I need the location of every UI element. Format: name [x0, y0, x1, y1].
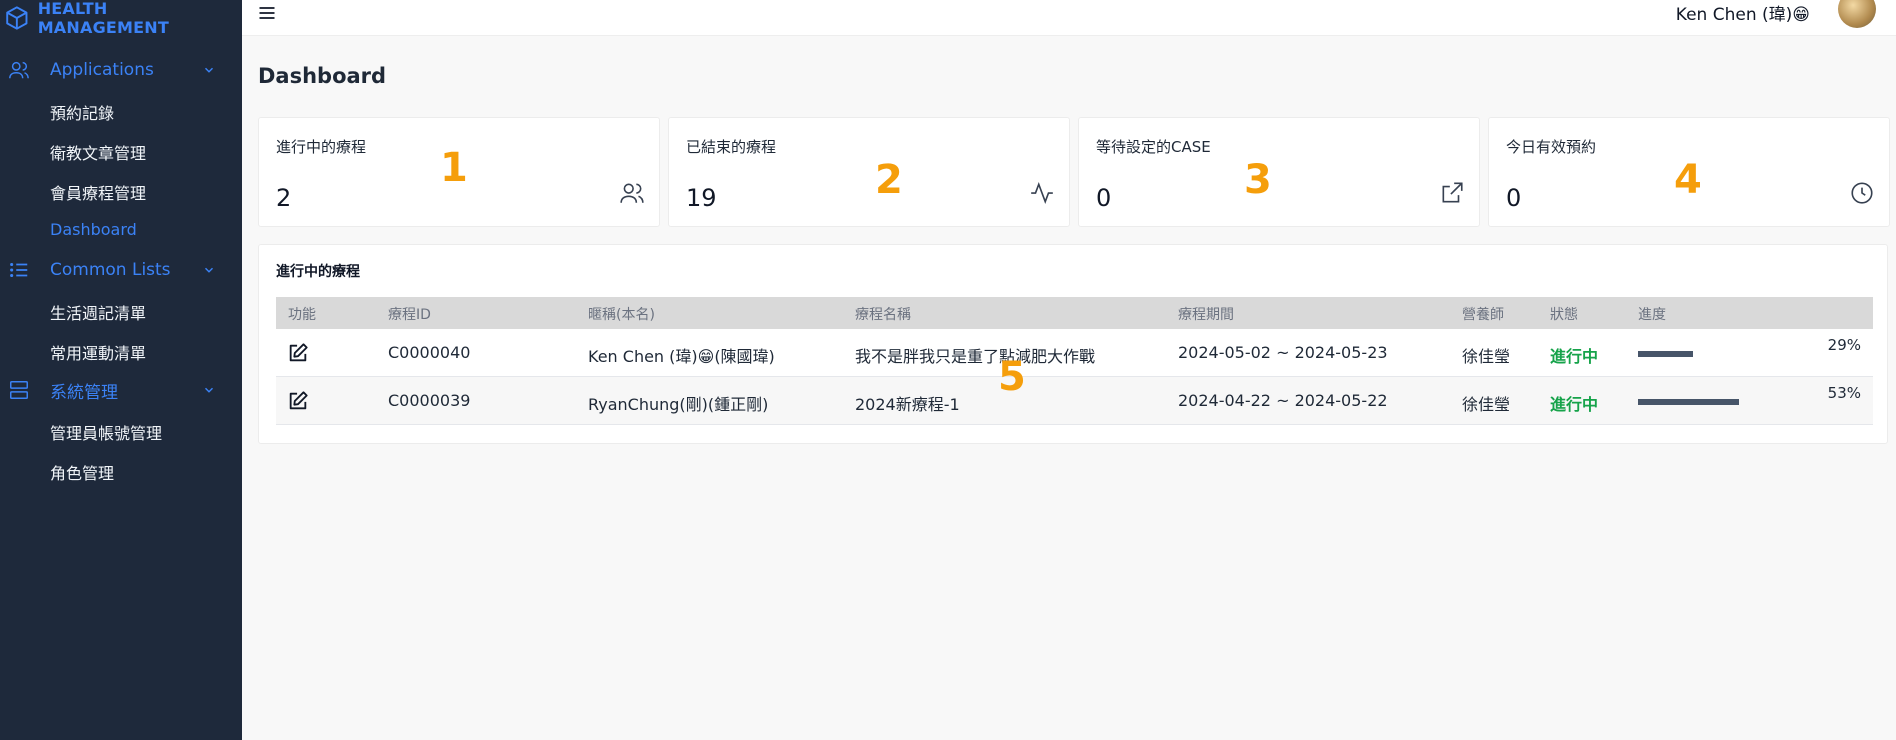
- sidebar-section-system[interactable]: 系統管理: [0, 370, 242, 410]
- sidebar-section-applications[interactable]: Applications: [0, 50, 242, 90]
- sidebar-item-roles[interactable]: 角色管理: [50, 460, 114, 484]
- progress-fill: [1638, 399, 1739, 405]
- status-badge: 進行中: [1550, 347, 1599, 366]
- column-header[interactable]: 營養師: [1462, 304, 1504, 324]
- stat-card-label: 今日有效預約: [1506, 138, 1597, 156]
- cube-logo-icon: [6, 6, 28, 30]
- sidebar-section-label: Applications: [50, 60, 154, 80]
- cell-dietitian: 徐佳瑩: [1462, 347, 1511, 366]
- chevron-down-icon: [204, 267, 214, 273]
- external-link-icon: [1442, 182, 1463, 203]
- brand[interactable]: HEALTH MANAGEMENT: [0, 0, 242, 37]
- progress-percent: 29%: [1827, 336, 1861, 354]
- brand-name: HEALTH MANAGEMENT: [37, 0, 169, 37]
- progress-fill: [1638, 351, 1694, 357]
- sidebar-item-admin-accounts[interactable]: 管理員帳號管理: [50, 420, 162, 444]
- stat-card-value: 2: [276, 184, 292, 212]
- progress-bar: [1638, 351, 1828, 357]
- sidebar-section-label: Common Lists: [50, 260, 171, 280]
- stat-card-value: 0: [1096, 184, 1112, 212]
- column-header[interactable]: 療程名稱: [855, 304, 911, 324]
- cell-program-id: C0000040: [388, 343, 471, 362]
- stat-card-value: 0: [1506, 184, 1522, 212]
- cell-dietitian: 徐佳瑩: [1462, 395, 1511, 414]
- column-header[interactable]: 進度: [1638, 304, 1666, 324]
- server-icon: [10, 381, 28, 399]
- panel-title: 進行中的療程: [276, 264, 360, 280]
- active-programs-panel: 進行中的療程 功能 療程ID 暱稱(本名) 療程名稱 療程期間 營養師 狀態 進…: [258, 244, 1888, 444]
- column-header[interactable]: 療程期間: [1178, 304, 1234, 324]
- page-title: Dashboard: [258, 64, 387, 88]
- users-icon: [620, 183, 644, 203]
- sidebar-item-member-programs[interactable]: 會員療程管理: [50, 180, 146, 204]
- column-header[interactable]: 暱稱(本名): [588, 304, 655, 324]
- clock-icon: [1851, 182, 1873, 204]
- sidebar-item-weekly-logs[interactable]: 生活週記清單: [50, 300, 146, 324]
- cell-period: 2024-05-02 ~ 2024-05-23: [1178, 343, 1388, 362]
- stat-card-pending-cases[interactable]: 等待設定的CASE 0: [1078, 117, 1480, 227]
- progress-bar: [1638, 399, 1828, 405]
- column-header: 功能: [288, 307, 316, 323]
- stat-card-label: 已結束的療程: [686, 138, 777, 156]
- chevron-down-icon: [204, 387, 214, 393]
- edit-icon[interactable]: [287, 342, 309, 364]
- annotation-marker: 5: [998, 354, 1026, 400]
- column-header[interactable]: 療程ID: [388, 304, 431, 324]
- annotation-marker: 4: [1674, 157, 1702, 203]
- list-icon: [10, 262, 28, 278]
- cell-nickname: Ken Chen (瑋)😁(陳國瑋): [588, 347, 775, 366]
- avatar[interactable]: [1838, 0, 1876, 28]
- cell-program-name: 我不是胖我只是重了點減肥大作戰: [855, 347, 1096, 366]
- annotation-marker: 3: [1244, 157, 1272, 203]
- cell-nickname: RyanChung(剛)(鍾正剛): [588, 395, 769, 414]
- sidebar-section-label: 系統管理: [50, 382, 118, 403]
- table-row[interactable]: C0000040 Ken Chen (瑋)😁(陳國瑋) 我不是胖我只是重了點減肥…: [276, 329, 1873, 377]
- stat-card-label: 進行中的療程: [276, 138, 367, 156]
- annotation-marker: 1: [440, 145, 468, 191]
- sidebar-item-articles[interactable]: 衛教文章管理: [50, 140, 146, 164]
- topbar: Ken Chen (瑋)😁: [242, 0, 1896, 36]
- hamburger-menu-icon[interactable]: [256, 3, 278, 23]
- table-row[interactable]: C0000039 RyanChung(剛)(鍾正剛) 2024新療程-1 202…: [276, 377, 1873, 425]
- sidebar-section-common-lists[interactable]: Common Lists: [0, 250, 242, 290]
- users-icon: [9, 61, 29, 79]
- sidebar-item-dashboard[interactable]: Dashboard: [50, 220, 137, 239]
- sidebar-item-exercises[interactable]: 常用運動清單: [50, 340, 146, 364]
- annotation-marker: 2: [875, 157, 903, 203]
- column-header[interactable]: 狀態: [1550, 304, 1578, 324]
- user-name[interactable]: Ken Chen (瑋)😁: [1676, 0, 1810, 25]
- stat-card-ended-programs[interactable]: 已結束的療程 19: [668, 117, 1070, 227]
- stat-card-value: 19: [686, 184, 717, 212]
- activity-icon: [1031, 182, 1053, 204]
- cell-period: 2024-04-22 ~ 2024-05-22: [1178, 391, 1388, 410]
- sidebar-item-appointments[interactable]: 預約記錄: [50, 100, 114, 124]
- cell-program-id: C0000039: [388, 391, 471, 410]
- stat-card-label: 等待設定的CASE: [1096, 138, 1211, 156]
- progress-percent: 53%: [1827, 384, 1861, 402]
- status-badge: 進行中: [1550, 395, 1599, 414]
- sidebar: HEALTH MANAGEMENT Applications 預約記錄 衛教文章…: [0, 0, 242, 740]
- table-header: 功能 療程ID 暱稱(本名) 療程名稱 療程期間 營養師 狀態 進度: [276, 297, 1873, 329]
- cell-program-name: 2024新療程-1: [855, 395, 960, 414]
- chevron-down-icon: [204, 67, 214, 73]
- edit-icon[interactable]: [287, 390, 309, 412]
